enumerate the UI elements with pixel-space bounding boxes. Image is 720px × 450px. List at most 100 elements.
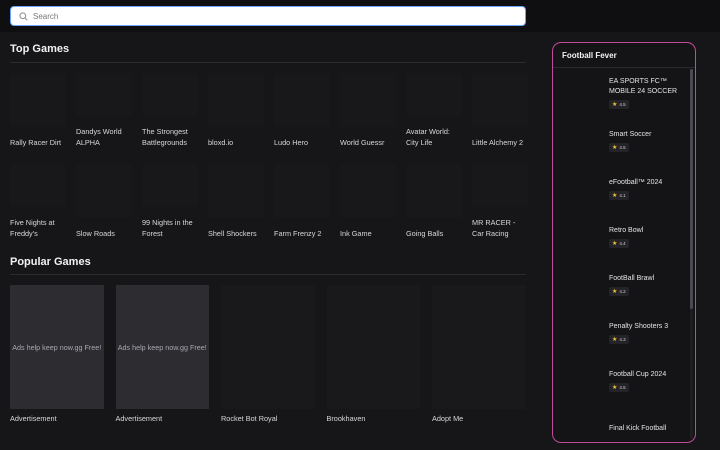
game-thumbnail[interactable] [208, 164, 264, 218]
top-games-heading: Top Games [10, 43, 70, 55]
rating-value: 4.5 [619, 385, 626, 390]
game-title[interactable]: Five Nights at Freddy's [10, 218, 66, 239]
rating-value: 4.3 [619, 337, 626, 342]
advertisement-tile[interactable]: Ads help keep now.gg Free! Advertisement [10, 285, 104, 425]
game-thumbnail[interactable] [76, 164, 132, 218]
panel-game-text: Smart Soccer ★ 4.5 [609, 130, 651, 152]
panel-game-item[interactable]: eFootball™ 2024 ★ 4.1 [553, 165, 691, 213]
game-tile[interactable]: Rally Racer Dirt [10, 73, 66, 148]
game-tile[interactable]: Farm Frenzy 2 [274, 164, 330, 239]
star-icon: ★ [612, 241, 618, 247]
rating-value: 4.5 [619, 145, 626, 150]
panel-game-text: eFootball™ 2024 ★ 4.1 [609, 178, 662, 200]
search-box[interactable] [10, 6, 526, 26]
panel-game-text: EA SPORTS FC™ MOBILE 24 SOCCER ★ 4.5 [609, 77, 691, 109]
game-thumbnail[interactable] [274, 73, 330, 127]
panel-game-title[interactable]: Penalty Shooters 3 [609, 322, 668, 332]
game-tile[interactable]: Slow Roads [76, 164, 132, 239]
game-title[interactable]: 99 Nights in the Forest [142, 218, 198, 239]
game-thumbnail[interactable] [221, 285, 315, 409]
rating-value: 4.4 [619, 241, 626, 246]
panel-game-item[interactable]: Smart Soccer ★ 4.5 [553, 117, 691, 165]
game-thumbnail[interactable] [406, 73, 462, 116]
ad-slot[interactable]: Ads help keep now.gg Free! [115, 285, 209, 409]
advertisement-label: Advertisement [10, 414, 57, 423]
search-input[interactable] [33, 11, 513, 21]
ad-slot[interactable]: Ads help keep now.gg Free! [10, 285, 104, 409]
game-tile[interactable]: Ink Game [340, 164, 396, 239]
panel-game-item[interactable]: Football Cup 2024 ★ 4.5 [553, 357, 691, 405]
game-tile[interactable]: Shell Shockers [208, 164, 264, 239]
panel-scrollbar-thumb[interactable] [690, 69, 693, 309]
game-title[interactable]: Adopt Me [432, 414, 526, 425]
game-thumbnail[interactable] [76, 73, 132, 116]
game-title[interactable]: The Strongest Battlegrounds [142, 127, 198, 148]
panel-game-item[interactable]: EA SPORTS FC™ MOBILE 24 SOCCER ★ 4.5 [553, 69, 691, 117]
game-thumbnail[interactable] [432, 285, 526, 409]
rating-badge: ★ 4.5 [609, 100, 629, 109]
panel-game-title[interactable]: Final Kick Football [609, 424, 666, 434]
game-title[interactable]: Farm Frenzy 2 [274, 229, 330, 240]
ad-message: Ads help keep now.gg Free! [117, 342, 207, 352]
game-thumbnail[interactable] [208, 73, 264, 127]
panel-game-text: Retro Bowl ★ 4.4 [609, 226, 643, 248]
game-tile[interactable]: The Strongest Battlegrounds [142, 73, 198, 148]
game-tile[interactable]: Rocket Bot Royal [221, 285, 315, 425]
game-tile[interactable]: World Guessr [340, 73, 396, 148]
panel-game-title[interactable]: FootBall Brawl [609, 274, 654, 284]
game-title[interactable]: Ink Game [340, 229, 396, 240]
game-tile[interactable]: Five Nights at Freddy's [10, 164, 66, 239]
rating-badge: ★ 4.3 [609, 335, 629, 344]
game-title[interactable]: Going Balls [406, 229, 462, 240]
game-thumbnail[interactable] [340, 164, 396, 218]
game-thumbnail[interactable] [340, 73, 396, 127]
game-tile[interactable]: Going Balls [406, 164, 462, 239]
game-title[interactable]: bloxd.io [208, 138, 264, 149]
panel-game-title[interactable]: Football Cup 2024 [609, 370, 666, 380]
game-title[interactable]: Slow Roads [76, 229, 132, 240]
popular-games-divider [10, 274, 526, 275]
panel-game-item[interactable]: FootBall Brawl ★ 4.2 [553, 261, 691, 309]
game-thumbnail[interactable] [472, 73, 528, 127]
game-tile[interactable]: Brookhaven [326, 285, 421, 425]
game-tile[interactable]: Adopt Me [432, 285, 526, 425]
game-title[interactable]: Brookhaven [327, 414, 421, 425]
game-tile[interactable]: Dandys World ALPHA [76, 73, 132, 148]
rating-badge: ★ 4.2 [609, 287, 629, 296]
game-tile[interactable]: 99 Nights in the Forest [142, 164, 198, 239]
game-title[interactable]: Rocket Bot Royal [221, 414, 315, 425]
advertisement-label: Advertisement [115, 414, 163, 423]
game-thumbnail[interactable] [142, 73, 198, 116]
game-thumbnail[interactable] [472, 164, 528, 207]
panel-game-title[interactable]: Smart Soccer [609, 130, 651, 140]
game-title[interactable]: Shell Shockers [208, 229, 264, 240]
game-title[interactable]: Dandys World ALPHA [76, 127, 132, 148]
panel-game-item[interactable]: Penalty Shooters 3 ★ 4.3 [553, 309, 691, 357]
game-tile[interactable]: Ludo Hero [274, 73, 330, 148]
game-thumbnail[interactable] [10, 73, 66, 127]
game-tile[interactable]: Avatar World: City Life [406, 73, 462, 148]
game-tile[interactable]: Little Alchemy 2 [472, 73, 528, 148]
game-title[interactable]: Ludo Hero [274, 138, 330, 149]
game-title[interactable]: Avatar World: City Life [406, 127, 462, 148]
top-games-divider [10, 62, 526, 63]
game-title[interactable]: World Guessr [340, 138, 396, 149]
game-title[interactable]: Rally Racer Dirt [10, 138, 66, 149]
panel-game-item[interactable]: Retro Bowl ★ 4.4 [553, 213, 691, 261]
panel-game-item[interactable]: Final Kick Football [553, 405, 691, 442]
rating-value: 4.1 [619, 193, 626, 198]
game-thumbnail[interactable] [274, 164, 330, 218]
game-tile[interactable]: MR RACER - Car Racing [472, 164, 528, 239]
game-thumbnail[interactable] [142, 164, 198, 207]
game-title[interactable]: Little Alchemy 2 [472, 138, 528, 149]
game-thumbnail[interactable] [326, 285, 420, 409]
panel-game-title[interactable]: Retro Bowl [609, 226, 643, 236]
game-thumbnail[interactable] [406, 164, 462, 218]
popular-games-grid: Ads help keep now.gg Free! Advertisement A… [10, 285, 526, 425]
advertisement-tile[interactable]: Ads help keep now.gg Free! Advertisement [115, 285, 209, 425]
panel-game-title[interactable]: eFootball™ 2024 [609, 178, 662, 188]
game-tile[interactable]: bloxd.io [208, 73, 264, 148]
panel-game-title[interactable]: EA SPORTS FC™ MOBILE 24 SOCCER [609, 77, 691, 97]
game-thumbnail[interactable] [10, 164, 66, 207]
game-title[interactable]: MR RACER - Car Racing [472, 218, 528, 239]
